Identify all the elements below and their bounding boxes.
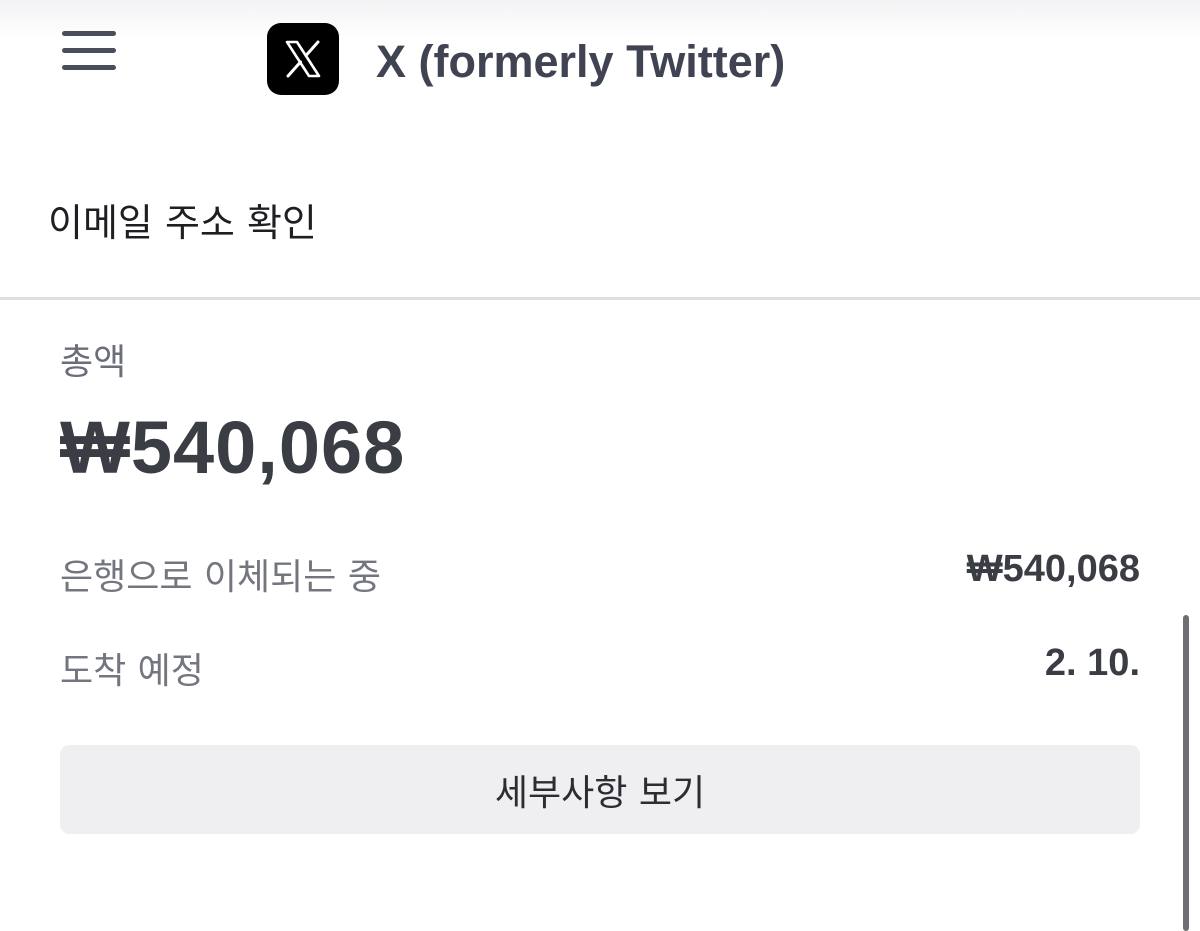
payout-screen: X (formerly Twitter) 이메일 주소 확인 총액 ₩540,0… xyxy=(0,0,1200,931)
section-divider xyxy=(0,297,1200,300)
view-details-button[interactable]: 세부사항 보기 xyxy=(60,745,1140,834)
menu-line xyxy=(62,48,116,53)
transfer-amount: ₩540,068 xyxy=(966,548,1140,590)
transfer-row: 은행으로 이체되는 중 ₩540,068 xyxy=(60,548,1140,600)
app-title: X (formerly Twitter) xyxy=(376,36,786,87)
hamburger-menu-icon[interactable] xyxy=(58,28,120,78)
total-amount: ₩540,068 xyxy=(60,406,406,489)
arrival-label: 도착 예정 xyxy=(60,651,204,692)
verify-email-link[interactable]: 이메일 주소 확인 xyxy=(48,192,317,247)
x-logo-glyph xyxy=(285,40,321,78)
arrival-row: 도착 예정 2. 10. xyxy=(60,642,1140,694)
view-details-label: 세부사항 보기 xyxy=(494,772,706,814)
scrollbar[interactable] xyxy=(1183,615,1189,931)
transfer-label: 은행으로 이체되는 중 xyxy=(60,557,381,598)
total-label: 총액 xyxy=(60,342,127,383)
arrival-date: 2. 10. xyxy=(1044,642,1140,684)
menu-line xyxy=(62,65,116,70)
app-header: X (formerly Twitter) xyxy=(0,0,1200,120)
x-logo-icon xyxy=(267,23,339,95)
menu-line xyxy=(62,31,116,36)
